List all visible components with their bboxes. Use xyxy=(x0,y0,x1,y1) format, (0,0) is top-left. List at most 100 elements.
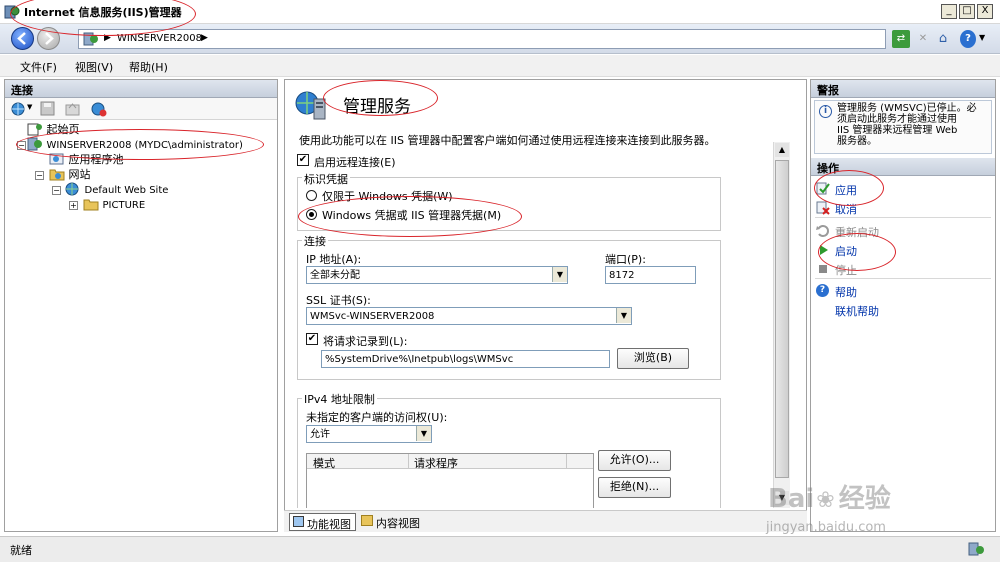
connect-globe-icon[interactable] xyxy=(10,101,26,117)
alert-box: i 管理服务 (WMSVC)已停止。必 须启动此服务才能通过使用 IIS 管理器… xyxy=(814,100,992,154)
start-action[interactable]: 启动 xyxy=(835,243,857,259)
back-arrow-icon xyxy=(17,32,26,45)
forward-button[interactable] xyxy=(37,27,60,50)
remove-connection-icon[interactable] xyxy=(91,101,107,117)
content-view-icon xyxy=(361,515,373,526)
page-description: 使用此功能可以在 IIS 管理器中配置客户端如何通过使用远程连接来连接到此服务器… xyxy=(299,134,716,147)
crumb-dropdown-icon[interactable]: ▶ xyxy=(201,33,208,43)
menu-view[interactable]: 视图(V) xyxy=(75,59,113,75)
collapse-sites-icon[interactable]: − xyxy=(35,171,44,180)
tree-item-app-pools[interactable]: 应用程序池 xyxy=(49,152,124,167)
start-icon xyxy=(820,245,828,255)
divider xyxy=(815,217,991,218)
refresh-icon[interactable]: ⇄ xyxy=(892,30,910,48)
column-header-mode[interactable]: 模式 xyxy=(313,455,335,471)
menu-help[interactable]: 帮助(H) xyxy=(129,59,168,75)
home-icon[interactable]: ⌂ xyxy=(934,30,952,48)
unspecified-access-label: 未指定的客户端的访问权(U): xyxy=(306,411,448,424)
save-icon[interactable] xyxy=(40,101,55,116)
info-icon: i xyxy=(819,105,832,118)
ip-address-label: IP 地址(A): xyxy=(306,253,362,266)
maximize-button[interactable]: □ xyxy=(959,4,975,19)
paw-icon: ❀ xyxy=(816,488,835,513)
allow-button[interactable]: 允许(O)... xyxy=(598,450,671,471)
cancel-action[interactable]: 取消 xyxy=(835,201,857,217)
restart-icon xyxy=(816,225,829,237)
ssl-cert-dropdown[interactable]: WMSvc-WINSERVER2008 ▼ xyxy=(306,307,632,325)
port-label: 端口(P): xyxy=(605,253,646,266)
log-path-input[interactable]: %SystemDrive%\Inetpub\logs\WMSvc xyxy=(321,350,610,368)
up-level-icon[interactable] xyxy=(65,101,80,116)
chevron-down-icon: ▼ xyxy=(416,426,431,441)
apply-icon xyxy=(816,182,830,195)
tree-item-start-page[interactable]: 起始页 xyxy=(27,122,80,137)
ipv4-rules-list[interactable]: 模式 请求程序 xyxy=(306,453,594,508)
server-icon xyxy=(83,32,98,46)
help-icon: ? xyxy=(816,284,829,297)
identity-credentials-title: 标识凭据 xyxy=(302,171,350,187)
deny-button[interactable]: 拒绝(N)... xyxy=(598,477,671,498)
alert-line: 服务器。 xyxy=(837,136,877,147)
ssl-cert-label: SSL 证书(S): xyxy=(306,294,371,307)
close-button[interactable]: X xyxy=(977,4,993,19)
ipv4-restrictions-title: IPv4 地址限制 xyxy=(302,391,377,407)
enable-remote-checkbox[interactable]: ✔ xyxy=(297,154,309,166)
unspecified-access-dropdown[interactable]: 允许 ▼ xyxy=(306,425,432,443)
ssl-cert-value: WMSvc-WINSERVER2008 xyxy=(310,311,435,322)
chevron-down-icon: ▼ xyxy=(616,308,631,323)
ip-address-value: 全部未分配 xyxy=(310,270,360,281)
expand-picture-icon[interactable]: + xyxy=(69,201,78,210)
log-requests-checkbox[interactable]: ✔ xyxy=(306,333,318,345)
tree-item-server[interactable]: WINSERVER2008 (MYDC\administrator) xyxy=(27,137,243,152)
tree-label: 网站 xyxy=(68,168,91,181)
collapse-server-icon[interactable]: − xyxy=(17,141,26,150)
scroll-up-icon[interactable]: ▲ xyxy=(775,143,789,157)
forward-arrow-icon xyxy=(45,32,54,45)
alert-line: IIS 管理器来远程管理 Web xyxy=(837,125,958,136)
column-divider xyxy=(566,454,567,469)
watermark-url: jingyan.baidu.com xyxy=(766,520,886,535)
tree-label: Default Web Site xyxy=(84,185,169,196)
stop-action[interactable]: 停止 xyxy=(835,262,857,278)
collapse-default-site-icon[interactable]: − xyxy=(52,186,61,195)
online-help-action[interactable]: 联机帮助 xyxy=(835,303,879,319)
scrollbar-thumb[interactable] xyxy=(775,160,789,478)
windows-or-iis-radio[interactable] xyxy=(306,209,317,220)
stop-icon[interactable]: ✕ xyxy=(914,30,932,48)
vertical-scrollbar[interactable]: ▲ ▼ xyxy=(773,142,790,508)
tab-content-view[interactable]: 内容视图 xyxy=(360,514,430,531)
restart-action[interactable]: 重新启动 xyxy=(835,224,879,240)
apply-action[interactable]: 应用 xyxy=(835,182,857,198)
connections-panel: 连接 ▼ 起始页 − WINSERVER2008 (MYDC\administr… xyxy=(4,79,278,532)
address-bar[interactable]: ▶ WINSERVER2008 ▶ xyxy=(78,29,886,49)
status-bar: 就绪 xyxy=(0,536,1000,562)
tree-item-picture[interactable]: PICTURE xyxy=(83,197,145,212)
tree-item-default-web-site[interactable]: Default Web Site xyxy=(65,182,168,197)
help-action[interactable]: 帮助 xyxy=(835,284,857,300)
cancel-icon xyxy=(816,201,830,215)
minimize-button[interactable]: _ xyxy=(941,4,957,19)
tree-label: WINSERVER2008 (MYDC\administrator) xyxy=(46,140,243,151)
sites-folder-icon xyxy=(49,169,65,181)
help-dropdown-icon[interactable]: ▼ xyxy=(979,33,985,42)
iis-app-icon xyxy=(4,5,20,19)
menu-file[interactable]: 文件(F) xyxy=(20,59,57,75)
tree-item-sites[interactable]: 网站 xyxy=(49,167,91,182)
ip-address-dropdown[interactable]: 全部未分配 ▼ xyxy=(306,266,568,284)
tree-label: PICTURE xyxy=(102,200,146,211)
tab-feature-view[interactable]: 功能视图 xyxy=(289,513,356,531)
windows-only-radio[interactable] xyxy=(306,190,317,201)
windows-or-iis-label: Windows 凭据或 IIS 管理器凭据(M) xyxy=(322,209,502,222)
folder-icon xyxy=(83,199,99,211)
chevron-down-icon: ▼ xyxy=(552,267,567,282)
breadcrumb-server[interactable]: WINSERVER2008 xyxy=(117,33,202,44)
connection-status-icon xyxy=(968,542,984,556)
help-icon[interactable]: ? xyxy=(960,30,976,48)
browse-button[interactable]: 浏览(B) xyxy=(617,348,689,369)
column-header-requestor[interactable]: 请求程序 xyxy=(414,455,458,471)
management-service-panel: 管理服务 使用此功能可以在 IIS 管理器中配置客户端如何通过使用远程连接来连接… xyxy=(284,79,807,532)
connect-dropdown-icon[interactable]: ▼ xyxy=(27,103,32,111)
back-button[interactable] xyxy=(11,27,34,50)
port-input[interactable]: 8172 xyxy=(605,266,696,284)
stop-icon xyxy=(819,265,827,273)
